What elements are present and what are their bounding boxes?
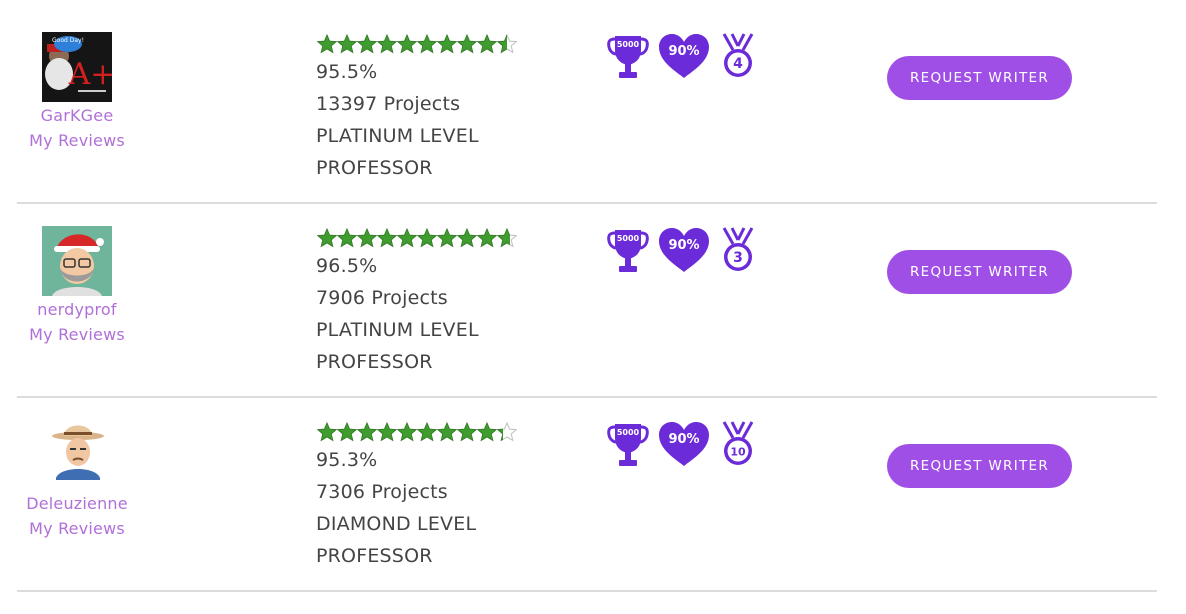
badges: 5000 90% 3: [607, 226, 755, 274]
heart-90-icon: 90%: [659, 34, 709, 78]
heart-label: 90%: [668, 432, 699, 447]
medal-icon: 10: [722, 421, 754, 465]
writer-level: PLATINUM LEVEL: [316, 125, 479, 147]
writer-row: Good Day! A+ GarKGee My Reviews 95.5% 13…: [17, 0, 1157, 204]
request-writer-button[interactable]: REQUEST WRITER: [887, 56, 1072, 100]
writer-title: PROFESSOR: [316, 545, 433, 567]
writer-stats: 96.5% 7906 Projects PLATINUM LEVEL PROFE…: [316, 228, 536, 378]
rating-percent: 95.3%: [316, 449, 378, 471]
star-icon: [357, 34, 377, 54]
medal-label: 10: [730, 446, 746, 459]
star-icon: [477, 34, 497, 54]
star-icon: [477, 422, 497, 442]
my-reviews-link[interactable]: My Reviews: [17, 131, 137, 150]
action: REQUEST WRITER: [887, 444, 1072, 488]
writer-title: PROFESSOR: [316, 157, 433, 179]
star-icon: [397, 34, 417, 54]
star-icon: [317, 34, 337, 54]
projects-count: 7306 Projects: [316, 481, 448, 503]
star-icon: [317, 422, 337, 442]
action: REQUEST WRITER: [887, 56, 1072, 100]
star-icon: [457, 422, 477, 442]
star-icon: [437, 34, 457, 54]
heart-90-icon: 90%: [659, 228, 709, 272]
star-rating: [317, 34, 536, 54]
star-icon: [337, 422, 357, 442]
writer-avatar[interactable]: [42, 420, 112, 490]
writer-profile: nerdyprof My Reviews: [17, 226, 137, 344]
star-icon: [397, 228, 417, 248]
action: REQUEST WRITER: [887, 250, 1072, 294]
star-icon: [337, 228, 357, 248]
writer-row: nerdyprof My Reviews 96.5% 7906 Projects…: [17, 204, 1157, 398]
star-icon: [457, 228, 477, 248]
writer-profile: Deleuzienne My Reviews: [17, 420, 137, 538]
trophy-label: 5000: [617, 234, 640, 243]
rating-percent: 95.5%: [316, 61, 378, 83]
my-reviews-link[interactable]: My Reviews: [17, 325, 137, 344]
star-rating: [317, 228, 536, 248]
star-icon: [457, 34, 477, 54]
heart-label: 90%: [668, 238, 699, 253]
writer-list: Good Day! A+ GarKGee My Reviews 95.5% 13…: [17, 0, 1157, 592]
trophy-5000-icon: 5000: [607, 230, 649, 272]
trophy-5000-icon: 5000: [607, 424, 649, 466]
request-writer-button[interactable]: REQUEST WRITER: [887, 250, 1072, 294]
writer-avatar[interactable]: [42, 226, 112, 296]
badges: 5000 90% 4: [607, 32, 755, 80]
rating-percent: 96.5%: [316, 255, 378, 277]
avatar-greeting-text: Good Day!: [52, 37, 84, 44]
star-icon: [377, 228, 397, 248]
writer-level: DIAMOND LEVEL: [316, 513, 477, 535]
badges: 5000 90% 10: [607, 420, 755, 468]
writer-title: PROFESSOR: [316, 351, 433, 373]
heart-label: 90%: [668, 44, 699, 59]
writer-stats: 95.5% 13397 Projects PLATINUM LEVEL PROF…: [316, 34, 536, 184]
medal-icon: 4: [722, 33, 754, 77]
star-icon: [497, 422, 517, 442]
trophy-label: 5000: [617, 40, 640, 49]
writer-stats: 95.3% 7306 Projects DIAMOND LEVEL PROFES…: [316, 422, 536, 572]
star-rating: [317, 422, 536, 442]
writer-name-link[interactable]: GarKGee: [17, 106, 137, 125]
medal-label: 4: [733, 56, 743, 72]
star-icon: [397, 422, 417, 442]
avatar-grade-text: A+: [68, 57, 112, 92]
star-icon: [377, 422, 397, 442]
star-icon: [497, 228, 517, 248]
star-icon: [357, 228, 377, 248]
writer-name-link[interactable]: Deleuzienne: [17, 494, 137, 513]
medal-icon: 3: [722, 227, 754, 271]
projects-count: 7906 Projects: [316, 287, 448, 309]
star-icon: [477, 228, 497, 248]
writer-level: PLATINUM LEVEL: [316, 319, 479, 341]
writer-avatar[interactable]: Good Day! A+: [42, 32, 112, 102]
trophy-5000-icon: 5000: [607, 36, 649, 78]
star-icon: [337, 34, 357, 54]
writer-name-link[interactable]: nerdyprof: [17, 300, 137, 319]
my-reviews-link[interactable]: My Reviews: [17, 519, 137, 538]
star-icon: [357, 422, 377, 442]
trophy-label: 5000: [617, 428, 640, 437]
star-icon: [377, 34, 397, 54]
projects-count: 13397 Projects: [316, 93, 461, 115]
heart-90-icon: 90%: [659, 422, 709, 466]
star-icon: [497, 34, 517, 54]
request-writer-button[interactable]: REQUEST WRITER: [887, 444, 1072, 488]
star-icon: [417, 422, 437, 442]
star-icon: [437, 228, 457, 248]
star-icon: [317, 228, 337, 248]
star-icon: [437, 422, 457, 442]
writer-profile: Good Day! A+ GarKGee My Reviews: [17, 32, 137, 150]
star-icon: [417, 228, 437, 248]
writer-row: Deleuzienne My Reviews 95.3% 7306 Projec…: [17, 398, 1157, 592]
medal-label: 3: [733, 250, 743, 266]
star-icon: [417, 34, 437, 54]
